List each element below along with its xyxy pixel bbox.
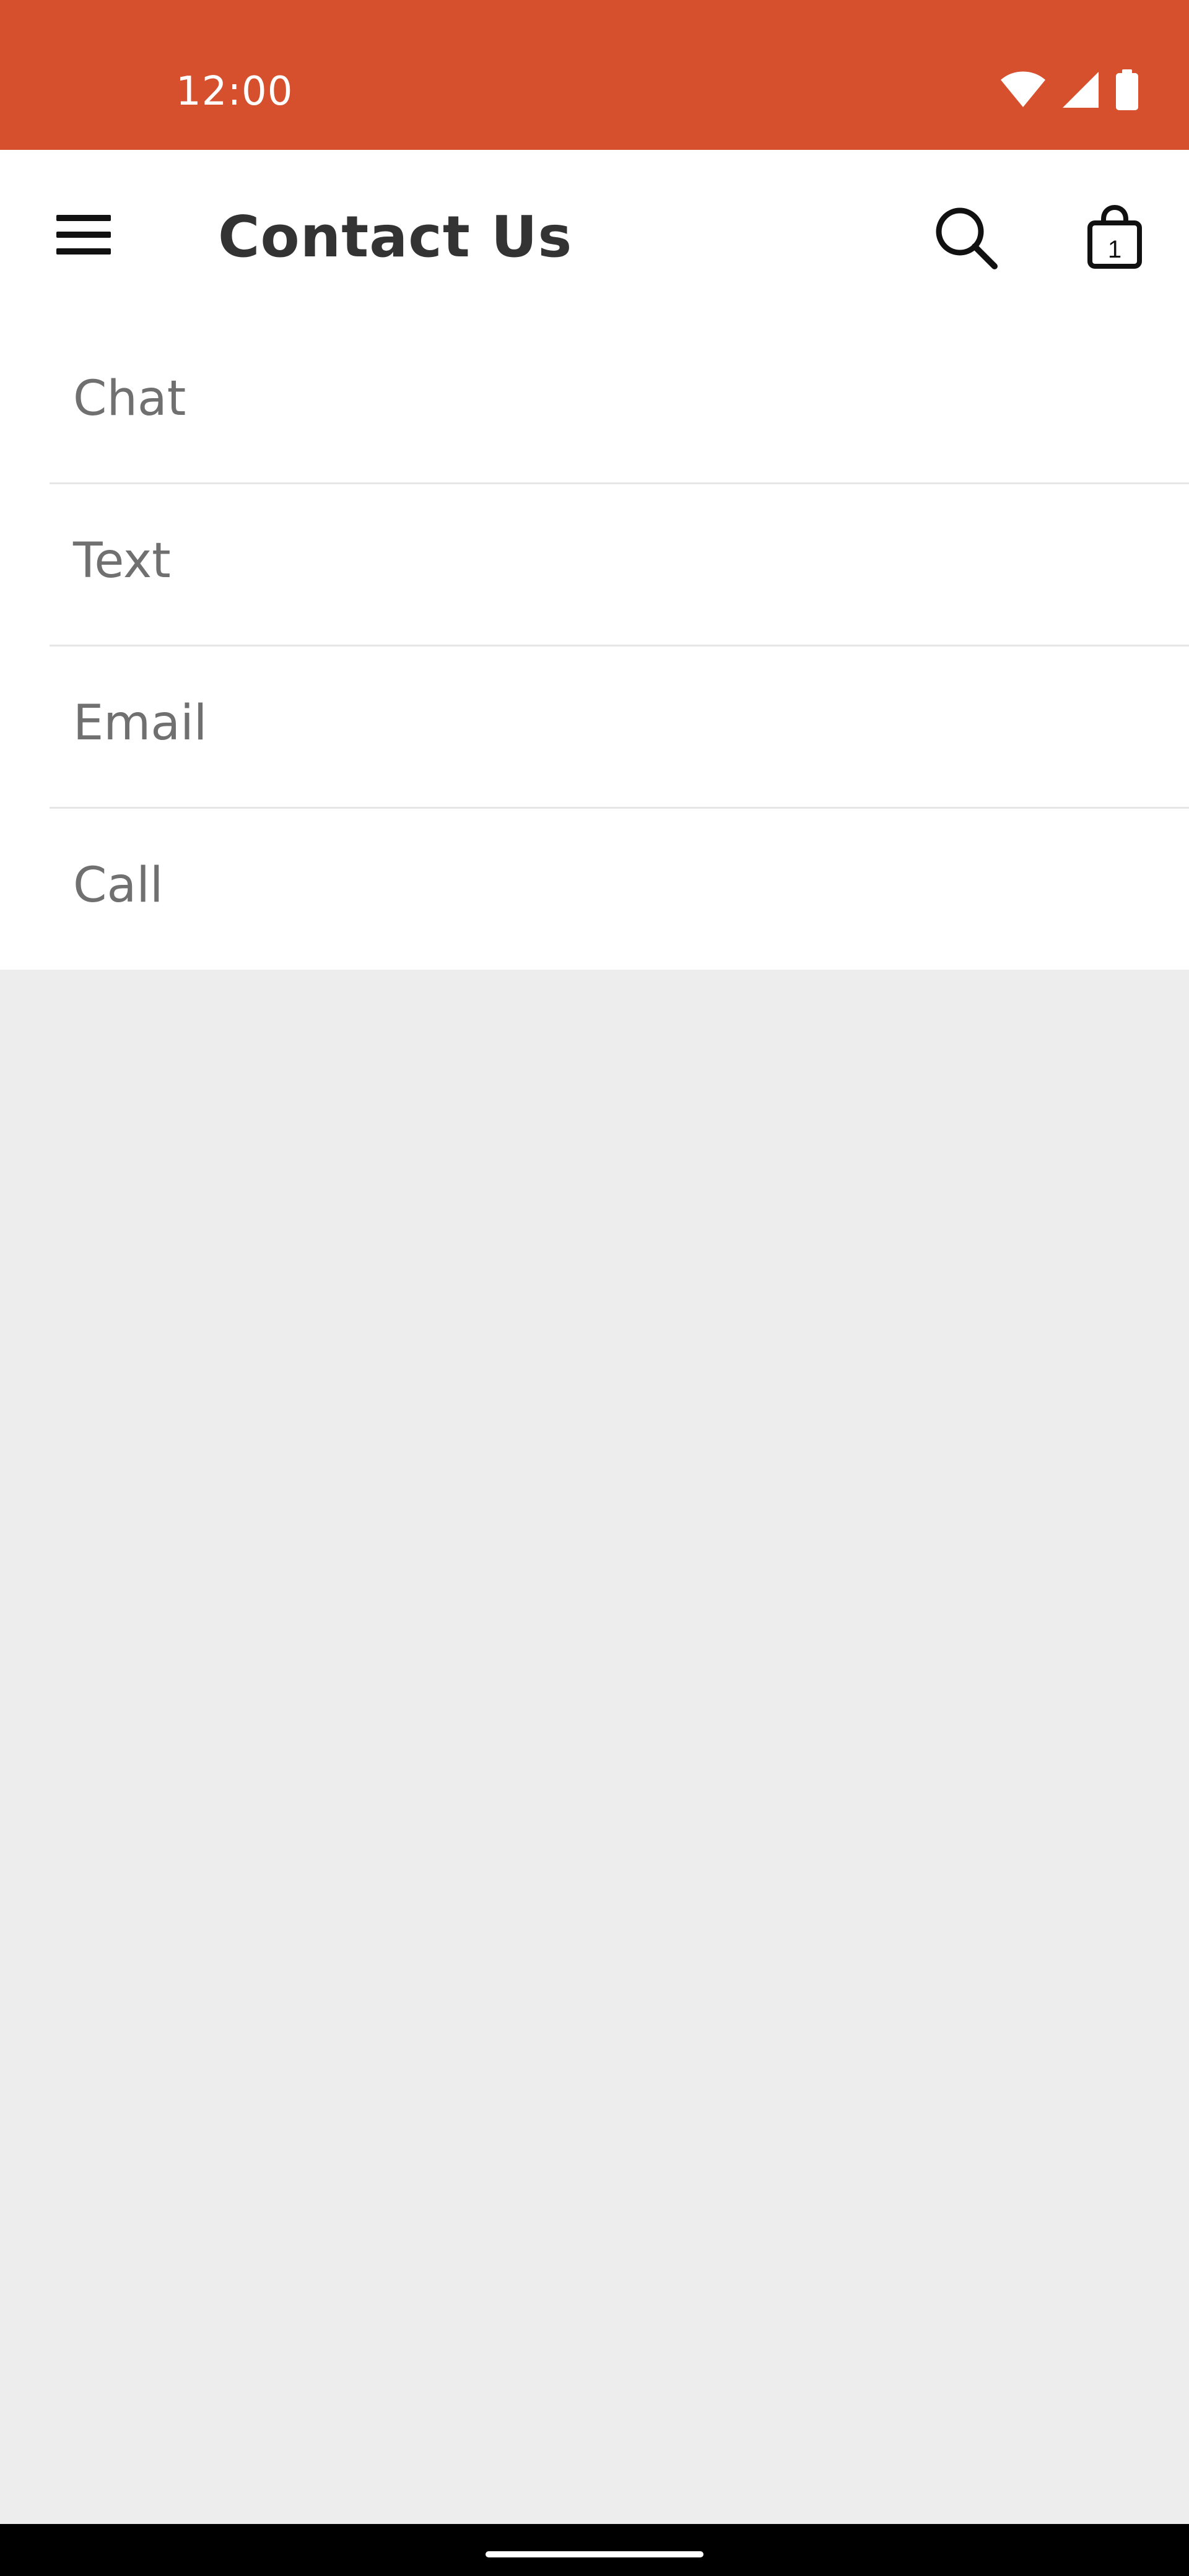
contact-us-screen: 12:00 Contact Us 1 Chat Text Email Call <box>0 0 1189 2576</box>
contact-option-label: Call <box>73 858 163 913</box>
contact-option-email[interactable]: Email <box>50 646 1189 809</box>
contact-options-list: Chat Text Email Call <box>0 322 1189 970</box>
cart-count: 1 <box>1108 236 1121 263</box>
app-bar: Contact Us 1 <box>0 150 1189 322</box>
contact-option-label: Chat <box>73 371 186 427</box>
home-indicator[interactable] <box>486 2551 703 2557</box>
contact-option-chat[interactable]: Chat <box>50 322 1189 484</box>
hamburger-menu-icon <box>56 215 111 255</box>
battery-icon <box>1116 69 1138 110</box>
page-title: Contact Us <box>218 204 573 270</box>
shopping-bag-icon: 1 <box>1087 204 1142 269</box>
search-button[interactable] <box>929 201 1003 275</box>
signal-icon <box>1063 72 1099 108</box>
search-icon <box>936 207 998 269</box>
cart-button[interactable]: 1 <box>1078 198 1152 275</box>
status-bar: 12:00 <box>0 0 1189 150</box>
contact-option-label: Text <box>73 533 171 589</box>
wifi-icon <box>1001 71 1045 107</box>
system-navigation-bar <box>0 2524 1189 2576</box>
contact-option-text[interactable]: Text <box>50 484 1189 646</box>
contact-option-call[interactable]: Call <box>50 809 1189 971</box>
status-time: 12:00 <box>176 69 294 115</box>
contact-option-label: Email <box>73 695 207 751</box>
status-icons <box>1000 68 1139 111</box>
menu-button[interactable] <box>50 201 118 269</box>
